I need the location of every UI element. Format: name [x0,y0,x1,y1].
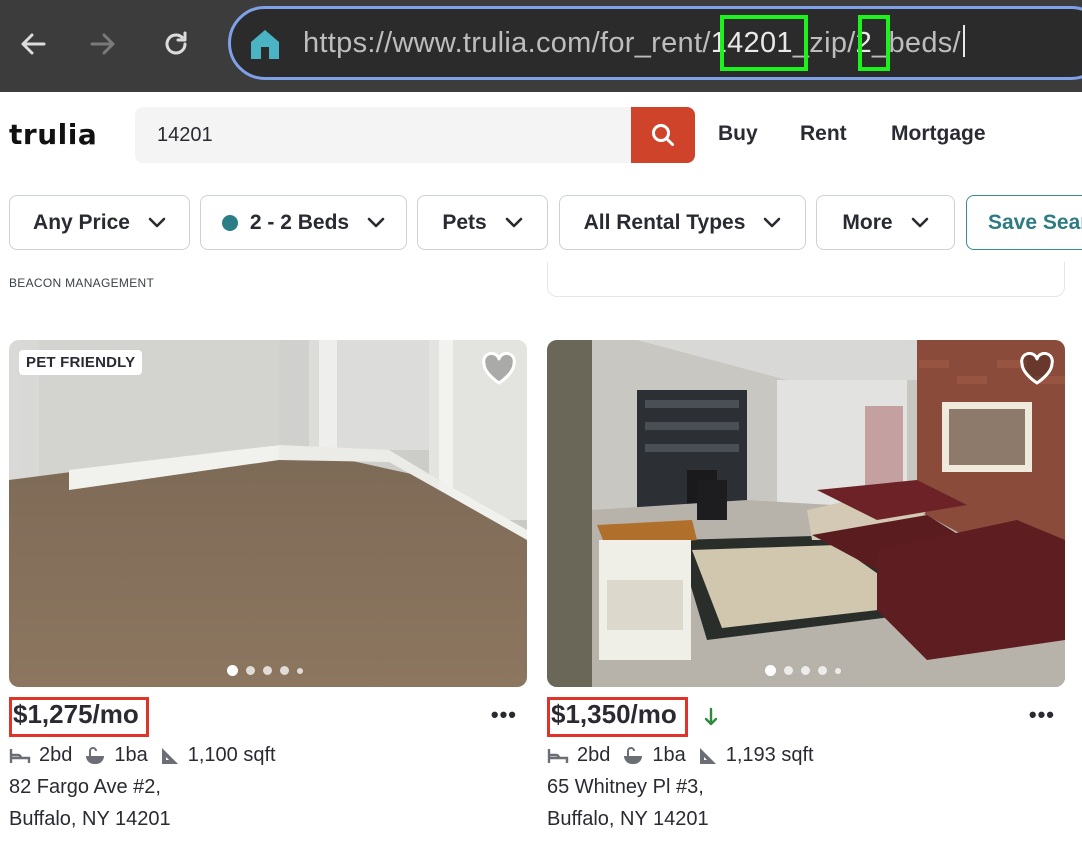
nav-mortgage[interactable]: Mortgage [891,122,986,146]
carousel-dot[interactable] [835,667,841,674]
broker-label: BEACON MANAGEMENT [9,276,155,290]
price-highlight [547,697,688,737]
save-search-button[interactable]: Save Search [966,195,1082,250]
listing-photo[interactable]: PET FRIENDLY [9,340,527,687]
active-filter-dot [221,214,238,231]
baths-value: 1ba [114,744,148,766]
bath-icon [86,746,105,764]
reload-button[interactable] [154,22,198,66]
baths-value: 1ba [652,744,686,766]
arrow-left-icon [21,33,46,55]
rental-types-filter-label: All Rental Types [583,210,746,234]
text-cursor [962,25,965,57]
more-options-button[interactable]: ••• [491,704,517,726]
heart-icon[interactable] [1019,352,1055,386]
listing-photo[interactable] [547,340,1065,687]
reload-icon [165,31,187,55]
ruler-triangle-icon [699,747,716,764]
forward-button[interactable] [81,22,125,66]
bath-icon [624,746,643,764]
url-zip-highlight [720,15,808,71]
listing-street[interactable]: 82 Fargo Ave #2, [9,776,161,799]
trulia-logo[interactable]: trulia [9,118,97,151]
photo-carousel-dots[interactable] [765,665,841,676]
heart-icon[interactable] [481,352,517,386]
listing-specs: 2bd 1ba 1,100 sqft [9,744,288,767]
listing-card[interactable]: PET FRIENDLY $1,275/mo ••• 2bd 1ba 1,100… [9,340,527,840]
pets-filter[interactable]: Pets [417,195,548,250]
listing-street[interactable]: 65 Whitney Pl #3, [547,776,704,799]
search-box [135,107,695,163]
chevron-down-icon [367,217,385,227]
pet-friendly-badge: PET FRIENDLY [19,350,143,375]
search-input[interactable] [135,107,631,163]
sqft-value: 1,100 sqft [187,744,276,766]
arrow-down-icon [704,707,718,726]
browser-toolbar: https://www.trulia.com/for_rent/14201_zi… [0,0,1082,92]
carousel-dot[interactable] [297,667,303,674]
home-icon [251,30,279,59]
more-filter[interactable]: More [816,195,955,250]
url-beds-highlight [858,15,890,71]
carousel-dot[interactable] [280,666,289,675]
rental-types-filter[interactable]: All Rental Types [559,195,806,250]
beds-value: 2bd [39,744,73,766]
bed-icon [547,748,569,763]
pets-filter-label: Pets [442,210,487,234]
search-icon [652,124,674,146]
url-base: https://www.trulia.com/for_rent/ [303,27,711,59]
carousel-dot[interactable] [818,666,827,675]
carousel-dot-active[interactable] [227,665,238,676]
price-filter[interactable]: Any Price [9,195,190,250]
beds-filter-label: 2 - 2 Beds [249,210,350,234]
arrow-right-icon [90,33,115,55]
beds-value: 2bd [577,744,611,766]
listing-specs: 2bd 1ba 1,193 sqft [547,744,826,767]
chevron-down-icon [911,217,928,227]
beds-filter[interactable]: 2 - 2 Beds [200,195,407,250]
carousel-dot-active[interactable] [765,665,776,676]
carousel-dot[interactable] [801,666,810,675]
room-photo [9,340,527,687]
address-bar[interactable]: https://www.trulia.com/for_rent/14201_zi… [228,6,1082,80]
sqft-value: 1,193 sqft [725,744,814,766]
previous-card-edge [547,262,1065,297]
back-button[interactable] [11,22,55,66]
price-filter-label: Any Price [33,210,130,234]
listing-city[interactable]: Buffalo, NY 14201 [9,808,171,831]
bed-icon [9,748,31,763]
price-highlight [9,697,149,737]
search-button[interactable] [631,107,695,163]
carousel-dot[interactable] [263,666,272,675]
photo-carousel-dots[interactable] [227,665,303,676]
listing-card[interactable]: $1,350/mo ••• 2bd 1ba 1,193 sqft 65 Whit… [547,340,1065,840]
chevron-down-icon [148,217,166,227]
carousel-dot[interactable] [246,666,255,675]
chevron-down-icon [505,217,522,227]
more-options-button[interactable]: ••• [1029,704,1055,726]
chevron-down-icon [764,217,781,227]
carousel-dot[interactable] [784,666,793,675]
nav-rent[interactable]: Rent [800,122,847,146]
more-filter-label: More [842,210,893,234]
listing-city[interactable]: Buffalo, NY 14201 [547,808,709,831]
room-photo [547,340,1065,687]
ruler-triangle-icon [161,747,178,764]
nav-buy[interactable]: Buy [718,122,758,146]
